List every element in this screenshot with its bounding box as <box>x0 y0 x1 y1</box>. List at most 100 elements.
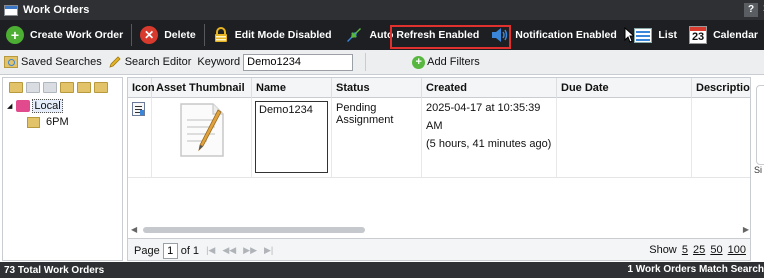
work-order-status: Pending Assignment <box>336 102 394 126</box>
saved-searches-button[interactable]: Saved Searches <box>4 56 102 68</box>
auto-refresh-button[interactable]: Auto Refresh Enabled <box>338 20 486 50</box>
tree-toolbar <box>3 78 122 96</box>
work-order-icon <box>132 102 145 116</box>
page-label: Page <box>134 244 160 257</box>
column-header-status[interactable]: Status <box>332 78 422 98</box>
row-icon-cell <box>128 98 152 178</box>
page-size-option[interactable]: 100 <box>728 244 746 256</box>
column-header-icon[interactable]: Icon <box>128 78 155 98</box>
auto-refresh-label: Auto Refresh Enabled <box>369 29 480 41</box>
scroll-left-arrow-icon[interactable]: ◀ <box>131 225 137 234</box>
saved-searches-label: Saved Searches <box>21 56 102 68</box>
toolbar-separator <box>131 24 133 46</box>
first-page-icon[interactable]: |◀ <box>206 245 215 256</box>
table-row[interactable]: Demo1234 Pending Assignment 2025-04-17 a… <box>128 98 750 178</box>
work-order-created-relative: (5 hours, 41 minutes ago) <box>426 138 552 150</box>
tree-item-local[interactable]: ◢ Local <box>3 98 122 114</box>
horizontal-scrollbar[interactable]: ◀ ▶ <box>128 224 750 236</box>
lock-icon <box>214 27 227 42</box>
work-order-created: 2025-04-17 at 10:35:39 AM <box>426 102 541 132</box>
column-header-description[interactable]: Description <box>692 78 750 98</box>
toolbar-separator <box>203 24 205 46</box>
calendar-view-button[interactable]: 23 Calendar <box>683 20 764 50</box>
window-title-bar: Work Orders ? x <box>0 0 764 20</box>
edit-folder-icon[interactable] <box>26 81 40 93</box>
share-folder-icon[interactable] <box>94 81 108 93</box>
delete-x-icon: ✕ <box>140 26 159 44</box>
add-filters-button[interactable]: + Add Filters <box>412 55 480 69</box>
delete-button[interactable]: ✕ Delete <box>134 20 202 50</box>
searchbar-divider <box>365 53 367 71</box>
page-size-option[interactable]: 25 <box>693 244 705 256</box>
status-footer: 73 Total Work Orders 1 Work Orders Match… <box>0 262 764 278</box>
work-order-name[interactable]: Demo1234 <box>259 104 313 116</box>
column-header-due-date[interactable]: Due Date <box>557 78 692 98</box>
side-panel-frame <box>756 85 764 165</box>
row-created-cell: 2025-04-17 at 10:35:39 AM (5 hours, 41 m… <box>422 98 557 178</box>
collapse-triangle-icon[interactable]: ◢ <box>7 102 12 110</box>
name-box: Demo1234 <box>255 101 328 173</box>
calendar-icon: 23 <box>689 26 708 44</box>
tree-item-local-label: Local <box>32 99 63 113</box>
document-pencil-thumbnail <box>180 103 224 157</box>
window-title: Work Orders <box>23 4 90 16</box>
create-work-order-button[interactable]: + Create Work Order <box>0 20 129 50</box>
copy-folder-icon[interactable] <box>43 81 57 93</box>
plus-icon: + <box>6 26 24 44</box>
row-description-cell <box>692 98 750 178</box>
help-button[interactable]: ? <box>744 3 758 17</box>
edit-mode-button[interactable]: Edit Mode Disabled <box>207 20 338 50</box>
speaker-icon <box>492 28 508 42</box>
last-page-icon[interactable]: ▶| <box>264 245 273 256</box>
page-number-input[interactable] <box>162 242 178 259</box>
scrollbar-thumb[interactable] <box>143 227 365 233</box>
page-size-option[interactable]: 50 <box>710 244 722 256</box>
main-toolbar: + Create Work Order ✕ Delete Edit Mode D… <box>0 20 764 50</box>
scroll-right-arrow-icon[interactable]: ▶ <box>743 225 749 234</box>
new-folder-icon[interactable] <box>9 81 23 93</box>
keyword-input[interactable] <box>243 53 354 71</box>
work-order-grid: Icon Asset Thumbnail Name Status Created… <box>127 77 751 261</box>
row-status-cell: Pending Assignment <box>332 98 422 178</box>
notification-label: Notification Enabled <box>515 29 617 41</box>
edit-mode-label: Edit Mode Disabled <box>234 29 332 41</box>
side-panel-edge: Si <box>753 77 764 261</box>
pencil-icon <box>109 56 121 68</box>
calendar-label: Calendar <box>713 29 758 41</box>
create-work-order-label: Create Work Order <box>30 29 124 41</box>
local-folder-icon <box>16 100 31 112</box>
search-bar: Saved Searches Search Editor Keyword + A… <box>0 50 764 75</box>
total-work-orders: 73 Total Work Orders <box>4 264 105 276</box>
tree-item-6pm[interactable]: 6PM <box>3 114 122 130</box>
row-thumbnail-cell <box>152 98 252 178</box>
folder-tree-panel: ◢ Local 6PM <box>2 77 123 261</box>
folder-options-icon[interactable] <box>77 81 91 93</box>
side-panel-label: Si <box>754 165 763 175</box>
column-header-thumbnail[interactable]: Asset Thumbnail <box>152 78 252 98</box>
search-editor-button[interactable]: Search Editor <box>108 55 191 69</box>
grid-header: Icon Asset Thumbnail Name Status Created… <box>128 78 750 98</box>
refresh-arrows-icon <box>346 28 361 42</box>
work-orders-icon <box>4 4 18 16</box>
calendar-day-number: 23 <box>691 31 705 43</box>
page-size-option[interactable]: 5 <box>682 244 688 256</box>
keyword-label: Keyword <box>197 56 241 68</box>
list-label: List <box>658 29 678 41</box>
next-page-icon[interactable]: ▶▶ <box>243 245 257 256</box>
tree-item-6pm-label: 6PM <box>46 116 69 128</box>
column-header-name[interactable]: Name <box>252 78 332 98</box>
show-label: Show <box>649 244 677 256</box>
list-icon <box>634 27 653 43</box>
notification-button[interactable]: Notification Enabled <box>485 20 642 50</box>
list-view-button[interactable]: List <box>628 20 683 50</box>
view-switcher: List 23 Calendar <box>628 20 764 50</box>
saved-searches-icon <box>4 56 18 68</box>
column-header-created[interactable]: Created <box>422 78 557 98</box>
previous-page-icon[interactable]: ◀◀ <box>222 245 236 256</box>
page-size-selector: Show 5 25 50 100 <box>649 244 746 256</box>
move-folder-icon[interactable] <box>60 81 74 93</box>
page-count-label: of 1 <box>180 244 200 257</box>
row-due-date-cell <box>557 98 692 178</box>
keyword-group: Keyword <box>197 53 354 71</box>
folder-icon <box>27 116 40 128</box>
